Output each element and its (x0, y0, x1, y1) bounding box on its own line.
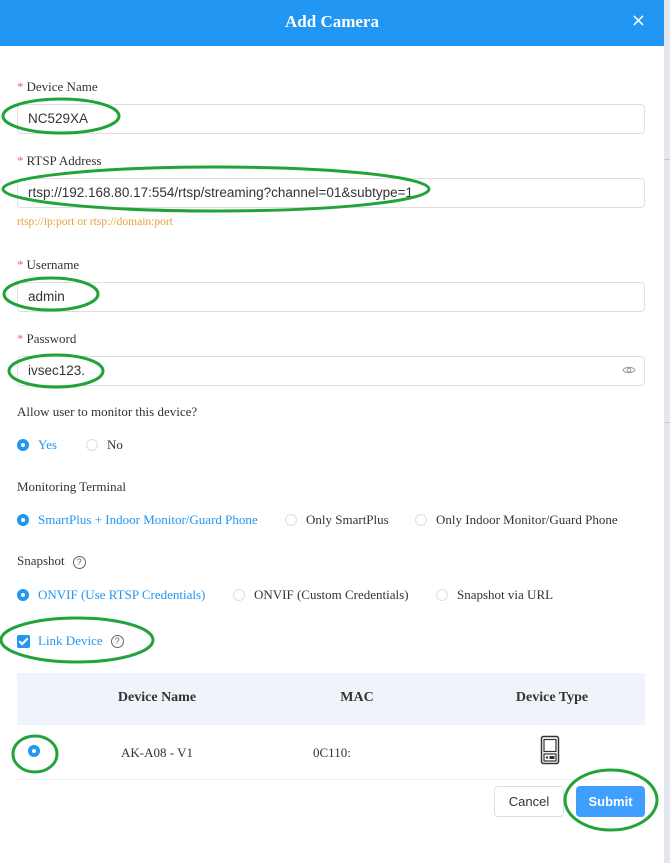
device-name-label: * Device Name (17, 79, 98, 94)
cancel-button[interactable]: Cancel (494, 786, 564, 817)
rtsp-address-value: rtsp://192.168.80.17:554/rtsp/streaming?… (28, 185, 414, 200)
rtsp-address-hint: rtsp://ip:port or rtsp://domain:port (17, 216, 173, 228)
row-select-radio[interactable] (28, 745, 40, 757)
snapshot-label: Snapshot? (17, 553, 86, 569)
table-row[interactable]: AK-A08 - V1 0C110: (17, 725, 645, 780)
password-value: ivsec123. (28, 363, 86, 378)
column-device-name: Device Name (117, 690, 197, 705)
terminal-only-indoor-radio[interactable]: Only Indoor Monitor/Guard Phone (415, 512, 618, 528)
column-mac: MAC (340, 690, 374, 705)
password-input[interactable]: ivsec123. (17, 356, 645, 386)
help-icon[interactable]: ? (72, 555, 86, 569)
rtsp-address-label: * RTSP Address (17, 153, 102, 168)
column-device-type: Device Type (515, 690, 589, 705)
row-mac: 0C110: (313, 745, 351, 760)
door-phone-icon (540, 735, 560, 765)
allow-monitor-yes-radio[interactable]: Yes (17, 437, 57, 453)
terminal-only-smartplus-radio[interactable]: Only SmartPlus (285, 512, 389, 528)
help-icon[interactable]: ? (110, 634, 124, 648)
snapshot-onvif-rtsp-radio[interactable]: ONVIF (Use RTSP Credentials) (17, 587, 205, 603)
username-value: admin (28, 289, 65, 304)
link-device-checkbox[interactable]: Link Device ? (17, 633, 124, 649)
device-table-header: Device Name MAC Device Type (17, 673, 645, 725)
allow-monitor-label: Allow user to monitor this device? (17, 404, 198, 419)
background-strip (664, 0, 670, 863)
dialog-header: Add Camera × (0, 0, 664, 46)
dialog-title: Add Camera (285, 12, 379, 31)
eye-icon[interactable] (622, 365, 636, 375)
snapshot-onvif-custom-radio[interactable]: ONVIF (Custom Credentials) (233, 587, 409, 603)
username-input[interactable]: admin (17, 282, 645, 312)
terminal-smartplus-indoor-radio[interactable]: SmartPlus + Indoor Monitor/Guard Phone (17, 512, 258, 528)
submit-button[interactable]: Submit (576, 786, 645, 817)
row-device-name: AK-A08 - V1 (121, 745, 193, 760)
close-icon[interactable]: × (631, 10, 646, 31)
password-label: * Password (17, 331, 77, 346)
device-name-value: NC529XA (28, 111, 89, 126)
monitoring-terminal-label: Monitoring Terminal (17, 479, 126, 494)
device-name-input[interactable]: NC529XA (17, 104, 645, 134)
allow-monitor-no-radio[interactable]: No (86, 437, 123, 453)
username-label: * Username (17, 257, 80, 272)
snapshot-via-url-radio[interactable]: Snapshot via URL (436, 587, 553, 603)
checkbox-checked-icon[interactable] (17, 634, 30, 648)
rtsp-address-input[interactable]: rtsp://192.168.80.17:554/rtsp/streaming?… (17, 178, 645, 208)
